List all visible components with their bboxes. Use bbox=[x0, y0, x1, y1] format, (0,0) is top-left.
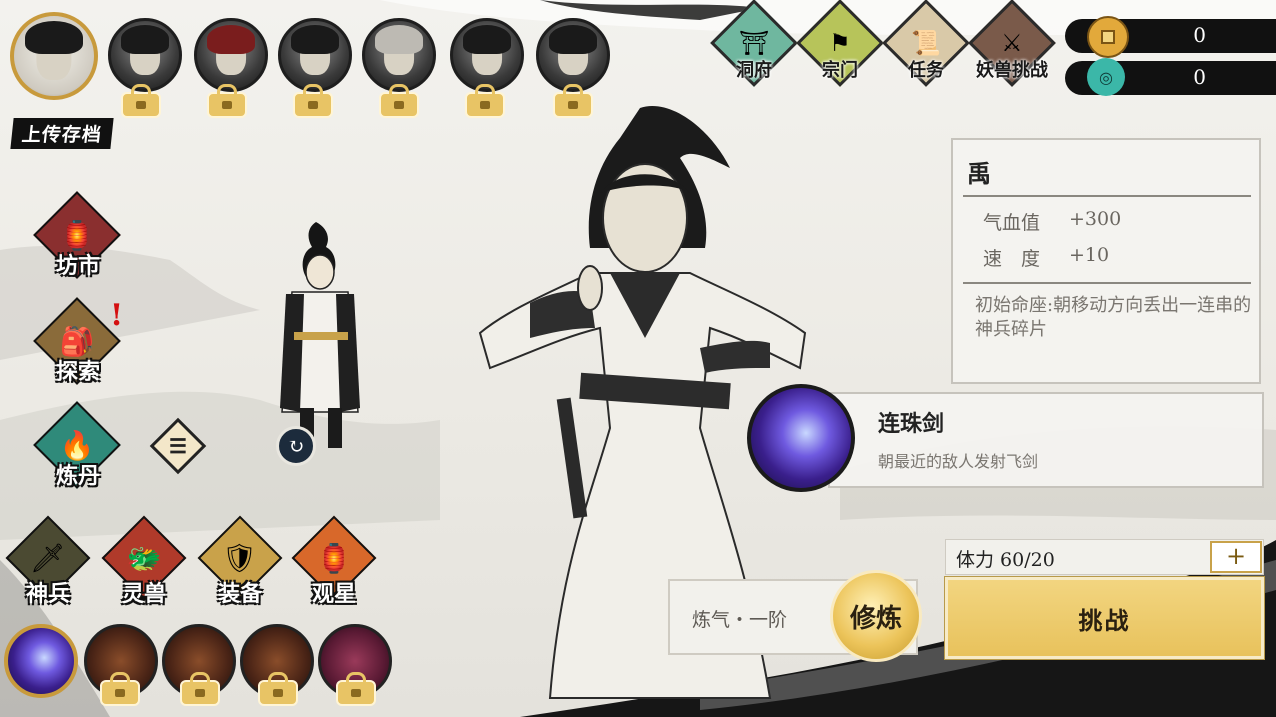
jade-currency: ◎ 0 bbox=[1065, 58, 1276, 96]
beast-challenge-button[interactable]: ⚔ 妖兽挑战 bbox=[968, 0, 1056, 98]
stat-value: +10 bbox=[1069, 244, 1110, 266]
flying-sword-skill-icon[interactable] bbox=[747, 384, 855, 492]
quest-button[interactable]: 📜 任务 bbox=[882, 0, 970, 98]
cave-label: 洞府 bbox=[736, 60, 772, 81]
sect-button[interactable]: ⚑ 宗门 bbox=[796, 0, 884, 98]
beast-label: 灵兽 bbox=[121, 581, 166, 607]
lock-icon bbox=[379, 84, 419, 118]
beast-challenge-label: 妖兽挑战 bbox=[976, 60, 1048, 81]
stat-speed: 速 度 +10 bbox=[983, 244, 1109, 271]
alchemy-button[interactable]: 🔥 炼丹 bbox=[32, 401, 124, 498]
constellation-description: 初始命座:朝移动方向丢出一连串的神兵碎片 bbox=[975, 295, 1252, 340]
roster-portrait[interactable] bbox=[278, 18, 352, 92]
lock-icon bbox=[465, 84, 505, 118]
alert-icon: ! bbox=[110, 298, 124, 333]
lock-icon bbox=[207, 84, 247, 118]
upload-save-button[interactable]: 上传存档 bbox=[10, 118, 114, 149]
gold-amount: 0 bbox=[1193, 23, 1206, 47]
lock-icon bbox=[100, 672, 140, 706]
challenge-button[interactable]: 挑战 bbox=[944, 576, 1265, 660]
cultivation-level: 炼气・一阶 bbox=[692, 609, 788, 631]
quest-label: 任务 bbox=[908, 60, 944, 81]
stat-label: 气血值 bbox=[983, 212, 1041, 234]
stat-hp: 气血值 +300 bbox=[983, 208, 1121, 235]
roster-portrait[interactable] bbox=[450, 18, 524, 92]
jade-swirl-icon: ◎ bbox=[1087, 58, 1125, 96]
lock-icon bbox=[553, 84, 593, 118]
roster-portrait[interactable] bbox=[194, 18, 268, 92]
skill-name: 连珠剑 bbox=[878, 411, 945, 437]
roster-portrait[interactable] bbox=[362, 18, 436, 92]
stat-value: +300 bbox=[1069, 208, 1122, 230]
skill-description: 朝最近的敌人发射飞剑 bbox=[878, 452, 1039, 471]
stargazing-button[interactable]: 🏮 观星 bbox=[290, 515, 378, 614]
hero-sprite bbox=[280, 222, 360, 448]
character-info-panel: 禹 气血值 +300 速 度 +10 初始命座:朝移动方向丢出一连串的神兵碎片 bbox=[951, 138, 1261, 384]
alchemy-label: 炼丹 bbox=[55, 463, 100, 489]
equipment-label: 装备 bbox=[217, 581, 262, 607]
equipment-button[interactable]: 🛡 装备 bbox=[196, 515, 284, 614]
lock-icon bbox=[293, 84, 333, 118]
lock-icon bbox=[258, 672, 298, 706]
add-stamina-button[interactable]: + bbox=[1210, 541, 1262, 573]
stat-label: 速 度 bbox=[983, 248, 1041, 270]
swap-costume-icon[interactable]: ↻ bbox=[276, 426, 316, 466]
market-label: 坊市 bbox=[55, 253, 100, 279]
divider bbox=[963, 195, 1251, 197]
jade-amount: 0 bbox=[1193, 65, 1206, 89]
lock-icon bbox=[180, 672, 220, 706]
roster-portrait[interactable] bbox=[536, 18, 610, 92]
lock-icon bbox=[336, 672, 376, 706]
stargazing-label: 观星 bbox=[311, 581, 356, 607]
cave-button[interactable]: ⛩ 洞府 bbox=[710, 0, 798, 98]
gold-currency: 0 bbox=[1065, 16, 1276, 58]
weapon-label: 神兵 bbox=[25, 581, 70, 607]
weapon-button[interactable]: 🗡 神兵 bbox=[4, 515, 92, 614]
lock-icon bbox=[121, 84, 161, 118]
cultivate-button[interactable]: 修炼 bbox=[830, 570, 922, 662]
explore-label: 探索 bbox=[55, 359, 100, 385]
sect-label: 宗门 bbox=[822, 60, 858, 81]
skill-slot-active[interactable] bbox=[4, 624, 78, 698]
beast-button[interactable]: 🐲 灵兽 bbox=[100, 515, 188, 614]
gold-coin-icon bbox=[1087, 16, 1129, 58]
skill-panel: 连珠剑 朝最近的敌人发射飞剑 bbox=[828, 392, 1264, 488]
stamina-label: 体力 60/20 bbox=[956, 549, 1055, 571]
market-button[interactable]: 🏮 坊市 bbox=[32, 191, 124, 288]
roster-portrait-active[interactable] bbox=[10, 12, 98, 100]
divider bbox=[963, 282, 1251, 284]
character-name: 禹 bbox=[967, 159, 991, 188]
roster-portrait[interactable] bbox=[108, 18, 182, 92]
